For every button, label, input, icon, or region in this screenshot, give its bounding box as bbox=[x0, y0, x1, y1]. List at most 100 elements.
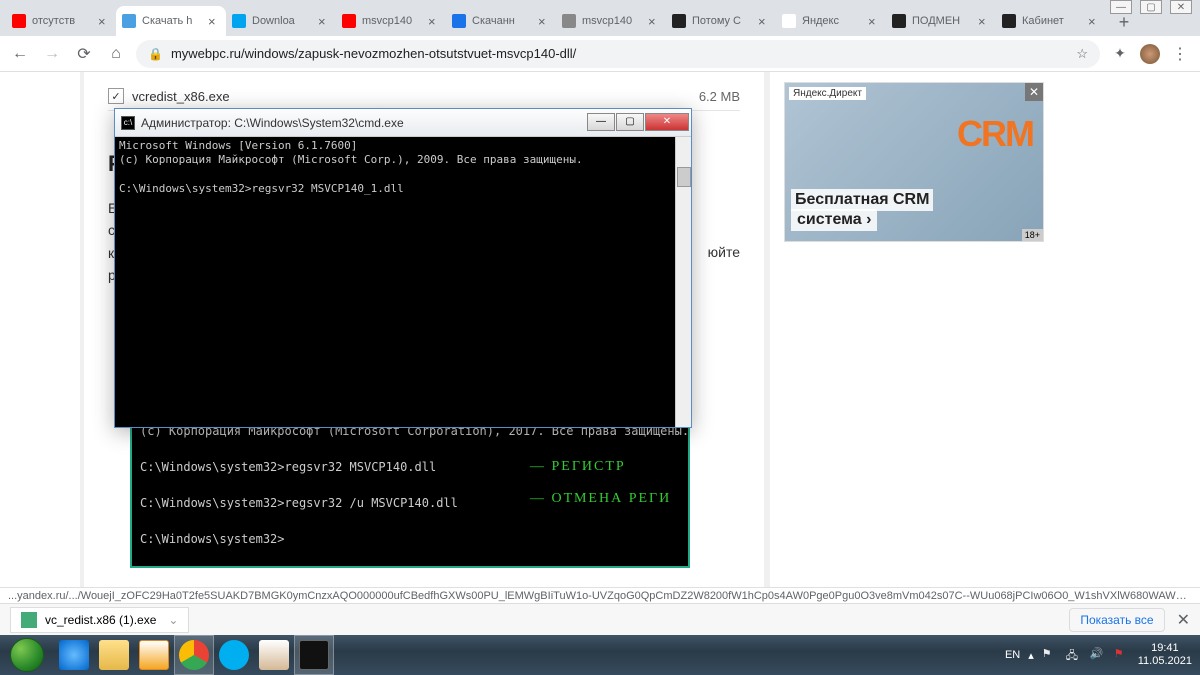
tray-chevron-icon[interactable]: ▴ bbox=[1028, 649, 1034, 662]
tab-title: Кабинет bbox=[1022, 15, 1082, 27]
tab[interactable]: Яндекс × bbox=[776, 6, 886, 36]
task-skype[interactable] bbox=[214, 635, 254, 675]
tray-network-icon[interactable]: 🖧 bbox=[1066, 647, 1082, 663]
tab-favicon bbox=[782, 14, 796, 28]
clock-time: 19:41 bbox=[1138, 642, 1192, 655]
chevron-down-icon[interactable]: ⌄ bbox=[168, 613, 178, 627]
tab[interactable]: Downloa × bbox=[226, 6, 336, 36]
task-ie[interactable] bbox=[54, 635, 94, 675]
star-icon[interactable]: ☆ bbox=[1076, 46, 1088, 62]
tab-close-icon[interactable]: × bbox=[318, 14, 330, 29]
tab-close-icon[interactable]: × bbox=[978, 14, 990, 29]
forward-button[interactable]: → bbox=[40, 42, 64, 66]
extensions-icon[interactable]: ✦ bbox=[1108, 42, 1132, 66]
task-chrome[interactable] bbox=[174, 635, 214, 675]
language-indicator[interactable]: EN bbox=[1005, 649, 1020, 661]
tab-favicon bbox=[342, 14, 356, 28]
tab-title: Скачать h bbox=[142, 15, 202, 27]
tab-close-icon[interactable]: × bbox=[1088, 14, 1100, 29]
tab[interactable]: msvcp140 × bbox=[556, 6, 666, 36]
shelf-close-icon[interactable]: ✕ bbox=[1177, 610, 1190, 630]
tab-favicon bbox=[12, 14, 26, 28]
reload-button[interactable]: ⟳ bbox=[72, 42, 96, 66]
address-bar[interactable]: 🔒 mywebpc.ru/windows/zapusk-nevozmozhen-… bbox=[136, 40, 1100, 68]
task-cmd[interactable] bbox=[294, 635, 334, 675]
tab-title: Потому С bbox=[692, 15, 752, 27]
download-row[interactable]: ✓ vcredist_x86.exe 6.2 MB bbox=[108, 82, 740, 111]
systray-clock[interactable]: 19:41 11.05.2021 bbox=[1138, 642, 1192, 668]
tab-title: Скачанн bbox=[472, 15, 532, 27]
clock-date: 11.05.2021 bbox=[1138, 655, 1192, 668]
cmd-icon: c:\ bbox=[121, 116, 135, 130]
cmd-minimize-button[interactable]: — bbox=[587, 113, 615, 131]
menu-icon[interactable]: ⋮ bbox=[1168, 42, 1192, 66]
ad-line1: Бесплатная CRM bbox=[791, 189, 933, 211]
minimize-button[interactable]: — bbox=[1110, 0, 1132, 14]
cmd-titlebar[interactable]: c:\ Администратор: C:\Windows\System32\c… bbox=[115, 109, 691, 137]
profile-avatar[interactable] bbox=[1140, 44, 1160, 64]
cmd-scroll-thumb[interactable] bbox=[677, 167, 691, 187]
cmd-window[interactable]: c:\ Администратор: C:\Windows\System32\c… bbox=[114, 108, 692, 428]
tray-action-center-icon[interactable]: ⚑ bbox=[1042, 647, 1058, 663]
home-button[interactable]: ⌂ bbox=[104, 42, 128, 66]
close-button[interactable]: ✕ bbox=[1170, 0, 1192, 14]
tab-favicon bbox=[562, 14, 576, 28]
annotation-unregister: — ОТМЕНА РЕГИ bbox=[530, 488, 671, 509]
tab[interactable]: Потому С × bbox=[666, 6, 776, 36]
download-item-name: vc_redist.x86 (1).exe bbox=[45, 613, 156, 627]
tab-close-icon[interactable]: × bbox=[868, 14, 880, 29]
checkbox-icon: ✓ bbox=[108, 88, 124, 104]
exe-icon bbox=[21, 612, 37, 628]
tab-close-icon[interactable]: × bbox=[648, 14, 660, 29]
maximize-button[interactable]: ▢ bbox=[1140, 0, 1162, 14]
cmd-title: Администратор: C:\Windows\System32\cmd.e… bbox=[141, 116, 586, 130]
download-filename: vcredist_x86.exe bbox=[132, 89, 699, 104]
tray-shield-icon[interactable]: ⚑ bbox=[1114, 647, 1130, 663]
taskbar: EN ▴ ⚑ 🖧 🔊 ⚑ 19:41 11.05.2021 bbox=[0, 635, 1200, 675]
tab-strip: отсутств×Скачать h×Downloa×msvcp140×Скач… bbox=[0, 0, 1200, 36]
ad-box[interactable]: Яндекс.Директ ✕ CRM Бесплатная CRM систе… bbox=[784, 82, 1044, 242]
tab-close-icon[interactable]: × bbox=[98, 14, 110, 29]
page-body-right: юйте bbox=[708, 244, 740, 260]
ad-line2: система › bbox=[791, 209, 877, 231]
cmd-maximize-button[interactable]: ▢ bbox=[616, 113, 644, 131]
tab-title: Downloa bbox=[252, 15, 312, 27]
show-all-downloads-button[interactable]: Показать все bbox=[1069, 608, 1164, 632]
tab[interactable]: Скачать h × bbox=[116, 6, 226, 36]
tab-favicon bbox=[232, 14, 246, 28]
tab[interactable]: отсутств × bbox=[6, 6, 116, 36]
tab-title: msvcp140 bbox=[362, 15, 422, 27]
ad-age-badge: 18+ bbox=[1022, 229, 1043, 241]
tab[interactable]: ПОДМЕН× bbox=[886, 6, 996, 36]
ad-brand: CRM bbox=[957, 113, 1033, 155]
task-explorer[interactable] bbox=[94, 635, 134, 675]
tab-favicon bbox=[452, 14, 466, 28]
downloads-shelf: vc_redist.x86 (1).exe ⌄ Показать все ✕ bbox=[0, 603, 1200, 635]
toolbar: ← → ⟳ ⌂ 🔒 mywebpc.ru/windows/zapusk-nevo… bbox=[0, 36, 1200, 72]
tab-favicon bbox=[122, 14, 136, 28]
task-media[interactable] bbox=[134, 635, 174, 675]
tab[interactable]: Скачанн × bbox=[446, 6, 556, 36]
cmd-scrollbar[interactable] bbox=[675, 137, 691, 427]
cmd-close-button[interactable]: ✕ bbox=[645, 113, 689, 131]
tab[interactable]: msvcp140 × bbox=[336, 6, 446, 36]
cmd-body[interactable]: Microsoft Windows [Version 6.1.7600] (c)… bbox=[115, 137, 691, 427]
tab-favicon bbox=[1002, 14, 1016, 28]
download-item[interactable]: vc_redist.x86 (1).exe ⌄ bbox=[10, 607, 189, 633]
tray-volume-icon[interactable]: 🔊 bbox=[1090, 647, 1106, 663]
back-button[interactable]: ← bbox=[8, 42, 32, 66]
tab[interactable]: Кабинет × bbox=[996, 6, 1106, 36]
annotation-register: — РЕГИСТР bbox=[530, 456, 626, 477]
tab-close-icon[interactable]: × bbox=[208, 14, 220, 29]
task-paint[interactable] bbox=[254, 635, 294, 675]
tab-title: отсутств bbox=[32, 15, 92, 27]
tab-close-icon[interactable]: × bbox=[538, 14, 550, 29]
tab-close-icon[interactable]: × bbox=[758, 14, 770, 29]
ad-close-icon[interactable]: ✕ bbox=[1025, 83, 1043, 101]
tab-favicon bbox=[892, 14, 906, 28]
tab-close-icon[interactable]: × bbox=[428, 14, 440, 29]
tab-title: msvcp140 bbox=[582, 15, 642, 27]
start-button[interactable] bbox=[0, 635, 54, 675]
ad-label: Яндекс.Директ bbox=[789, 87, 866, 100]
tab-title: Яндекс bbox=[802, 15, 862, 27]
